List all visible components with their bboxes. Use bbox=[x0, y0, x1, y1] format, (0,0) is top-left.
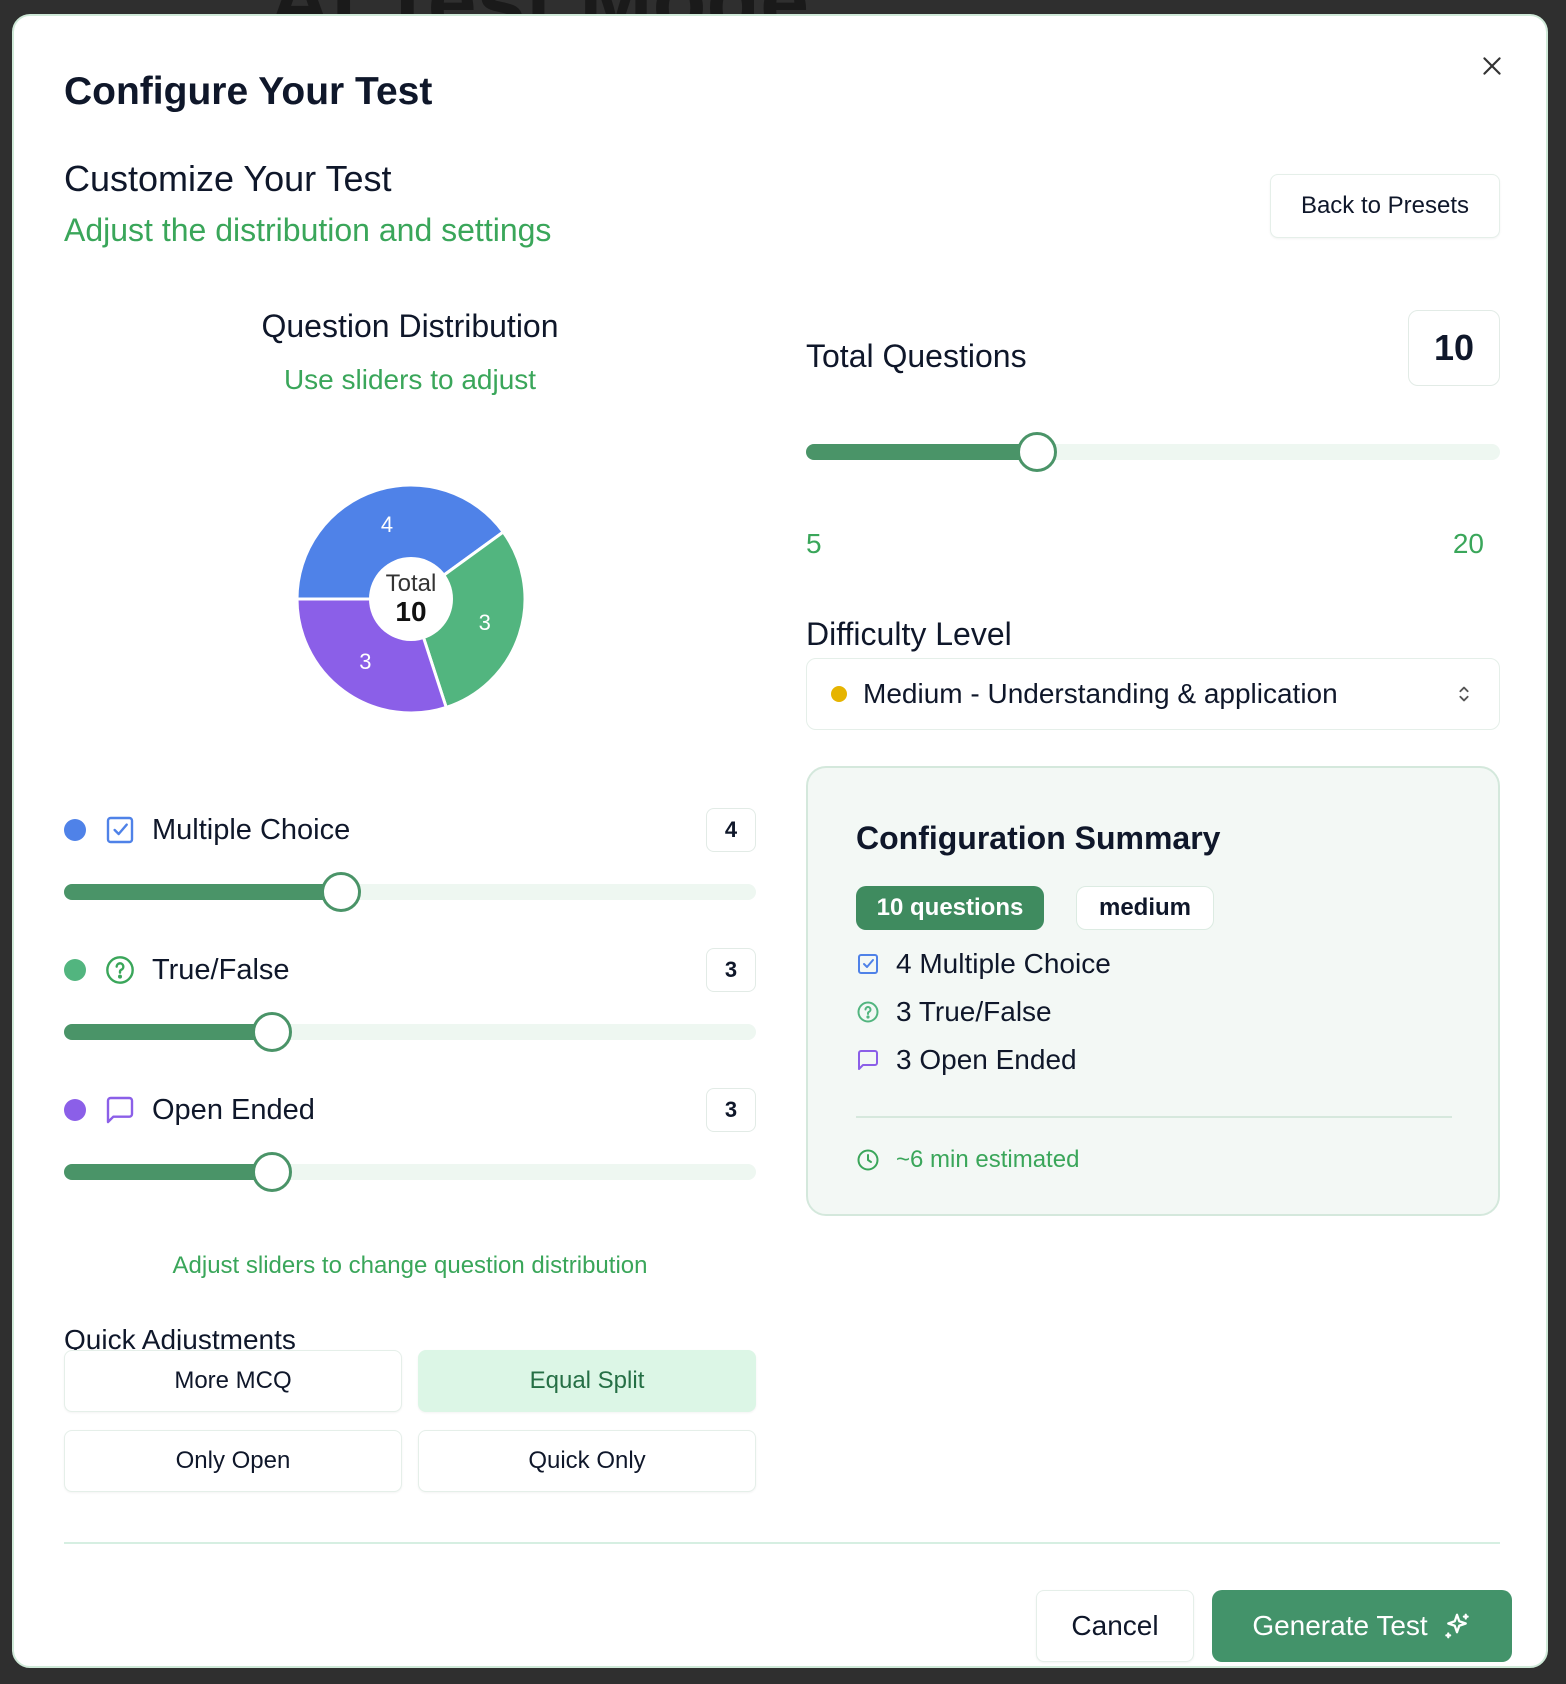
true-false-count[interactable]: 3 bbox=[706, 948, 756, 992]
modal-title: Configure Your Test bbox=[64, 70, 433, 113]
slider-fill bbox=[64, 1024, 272, 1040]
estimated-time: ~6 min estimated bbox=[856, 1140, 1079, 1180]
difficulty-badge: medium bbox=[1076, 886, 1214, 930]
total-questions-slider[interactable] bbox=[806, 432, 1500, 472]
question-type-open-ended: Open Ended 3 bbox=[64, 1086, 756, 1134]
question-type-true-false: True/False 3 bbox=[64, 946, 756, 994]
estimated-time-text: ~6 min estimated bbox=[896, 1146, 1080, 1173]
slider-fill bbox=[806, 444, 1038, 460]
pie-center-total: Total 10 bbox=[369, 557, 453, 641]
generate-test-label: Generate Test bbox=[1252, 1610, 1428, 1641]
footer-divider bbox=[64, 1542, 1500, 1544]
difficulty-label: Difficulty Level bbox=[806, 616, 1012, 652]
summary-item-true-false: 3 True/False bbox=[856, 992, 1052, 1032]
equal-split-button[interactable]: Equal Split bbox=[418, 1350, 756, 1412]
question-circle-icon bbox=[856, 1000, 880, 1024]
distribution-subtitle: Use sliders to adjust bbox=[283, 364, 537, 395]
summary-item-text: 3 True/False bbox=[896, 996, 1052, 1027]
quick-only-button[interactable]: Quick Only bbox=[418, 1430, 756, 1492]
close-icon bbox=[1483, 57, 1501, 75]
questions-badge: 10 questions bbox=[856, 886, 1044, 930]
back-to-presets-button[interactable]: Back to Presets bbox=[1270, 174, 1500, 238]
distribution-title: Question Distribution bbox=[261, 308, 559, 344]
section-description: Adjust the distribution and settings bbox=[64, 212, 552, 248]
open-ended-slider[interactable] bbox=[64, 1152, 756, 1192]
total-questions-min: 5 bbox=[806, 528, 822, 559]
total-questions-max: 20 bbox=[1452, 528, 1484, 559]
checkbox-icon bbox=[104, 814, 136, 846]
summary-item-text: 3 Open Ended bbox=[896, 1044, 1077, 1075]
multiple-choice-label: Multiple Choice bbox=[152, 813, 351, 846]
true-false-label: True/False bbox=[152, 953, 290, 986]
multiple-choice-color-dot bbox=[64, 819, 86, 841]
sparkles-icon bbox=[1442, 1611, 1472, 1641]
total-questions-label: Total Questions bbox=[806, 338, 1027, 374]
open-ended-count[interactable]: 3 bbox=[706, 1088, 756, 1132]
pie-slice-label: 3 bbox=[359, 648, 372, 674]
summary-item-text: 4 Multiple Choice bbox=[896, 948, 1111, 979]
multiple-choice-count[interactable]: 4 bbox=[706, 808, 756, 852]
difficulty-select[interactable]: Medium - Understanding & application bbox=[806, 658, 1500, 730]
total-questions-input[interactable]: 10 bbox=[1408, 310, 1500, 386]
summary-item-open-ended: 3 Open Ended bbox=[856, 1040, 1077, 1080]
summary-item-multiple-choice: 4 Multiple Choice bbox=[856, 944, 1111, 984]
slider-thumb[interactable] bbox=[251, 1012, 292, 1052]
cancel-button[interactable]: Cancel bbox=[1036, 1590, 1194, 1662]
pie-total-label: Total bbox=[385, 570, 437, 597]
more-mcq-button[interactable]: More MCQ bbox=[64, 1350, 402, 1412]
true-false-color-dot bbox=[64, 959, 86, 981]
configuration-summary: Configuration Summary 10 questions mediu… bbox=[806, 766, 1500, 1216]
configure-test-modal: Configure Your Test Customize Your Test … bbox=[12, 14, 1548, 1668]
true-false-slider[interactable] bbox=[64, 1012, 756, 1052]
section-title: Customize Your Test bbox=[64, 158, 392, 199]
pie-total-value: 10 bbox=[395, 596, 427, 627]
summary-divider bbox=[856, 1116, 1452, 1118]
pie-slice-label: 3 bbox=[478, 609, 491, 635]
pie-slice-label: 4 bbox=[380, 512, 394, 538]
message-square-icon bbox=[856, 1048, 880, 1072]
slider-fill bbox=[64, 884, 341, 900]
clock-icon bbox=[856, 1148, 880, 1172]
generate-test-button[interactable]: Generate Test bbox=[1212, 1590, 1512, 1662]
chevron-up-down-icon bbox=[1453, 683, 1475, 705]
only-open-button[interactable]: Only Open bbox=[64, 1430, 402, 1492]
slider-thumb[interactable] bbox=[1017, 432, 1058, 472]
checkbox-icon bbox=[856, 952, 880, 976]
slider-thumb[interactable] bbox=[320, 872, 361, 912]
open-ended-label: Open Ended bbox=[152, 1093, 315, 1126]
question-circle-icon bbox=[104, 954, 136, 986]
multiple-choice-slider[interactable] bbox=[64, 872, 756, 912]
summary-title: Configuration Summary bbox=[856, 820, 1221, 856]
message-square-icon bbox=[104, 1094, 136, 1126]
slider-fill bbox=[64, 1164, 272, 1180]
open-ended-color-dot bbox=[64, 1099, 86, 1121]
distribution-pie-chart: 4 3 3 Total 10 bbox=[286, 474, 536, 724]
slider-thumb[interactable] bbox=[251, 1152, 292, 1192]
difficulty-dot bbox=[831, 686, 847, 702]
question-type-multiple-choice: Multiple Choice 4 bbox=[64, 806, 756, 854]
distribution-hint: Adjust sliders to change question distri… bbox=[172, 1252, 648, 1279]
close-button[interactable] bbox=[1472, 46, 1512, 86]
difficulty-selected-value: Medium - Understanding & application bbox=[863, 678, 1338, 709]
